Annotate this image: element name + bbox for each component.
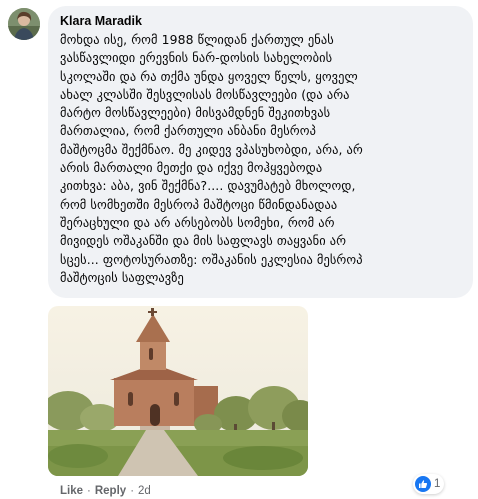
reaction-summary[interactable]: 1 <box>413 474 445 494</box>
comment-line: რომ სომხეთში მესროპ მაშტოცი წმინდანადაა <box>60 196 338 212</box>
like-button[interactable]: Like <box>60 485 83 497</box>
comment-line: ახალ კლასში შესვლისას მოსწავლეები (და არ… <box>60 86 350 102</box>
comment-line: მარტო მოსწავლეები) მისვამდნენ შეკითხვას <box>60 105 331 121</box>
comment-line: შერაცხული და არ არსებობს სომეხი, რომ არ <box>60 214 335 230</box>
church-photo <box>48 306 308 476</box>
comment-line: მივიდეს ოშაკანში და მის საფლავს თაყვანი … <box>60 233 347 249</box>
comment-line: ვასწავლიდი ერევნის ნარ-დოსის სახელობის <box>60 50 333 66</box>
comment-line: მაშტოცმა შექმნაო. მე კიდევ ვპასუხობდი, ა… <box>60 141 363 157</box>
comment-author[interactable]: Klara Maradik <box>60 13 461 29</box>
avatar-image <box>8 8 40 40</box>
avatar[interactable] <box>8 8 40 40</box>
reaction-count: 1 <box>434 478 441 490</box>
comment-bubble: Klara Maradik მოხდა ისე, რომ 1988 წლიდან… <box>48 6 473 298</box>
attached-photo[interactable] <box>48 306 308 476</box>
comment-line: მართალია, რომ ქართული ანბანი მესროპ <box>60 123 317 139</box>
like-thumb-icon <box>415 476 431 492</box>
comment-line: არის მართალი მეთქი და იქვე მოჰყვებოდა <box>60 160 323 176</box>
timestamp[interactable]: 2d <box>138 485 151 497</box>
comment-actions: Like · Reply · 2d <box>60 484 151 498</box>
comment-line: მაშტოცის საფლავზე <box>60 269 184 285</box>
comment-line: სცეს... ფოტოსურათზე: ოშაკანის ეკლესია მე… <box>60 251 363 267</box>
separator: · <box>87 485 91 497</box>
comment-text: მოხდა ისე, რომ 1988 წლიდან ქართულ ენას ვ… <box>60 31 461 287</box>
comment-line: კითხვა: აბა, ვინ შექმნა?.... დავუმატებ მ… <box>60 178 356 194</box>
comment-line: მოხდა ისე, რომ 1988 წლიდან ქართულ ენას <box>60 32 334 47</box>
separator: · <box>130 485 135 497</box>
comment-line: სკოლაში და რა თქმა უნდა ყოველ წელს, ყოვე… <box>60 68 358 84</box>
reply-button[interactable]: Reply <box>95 485 126 497</box>
